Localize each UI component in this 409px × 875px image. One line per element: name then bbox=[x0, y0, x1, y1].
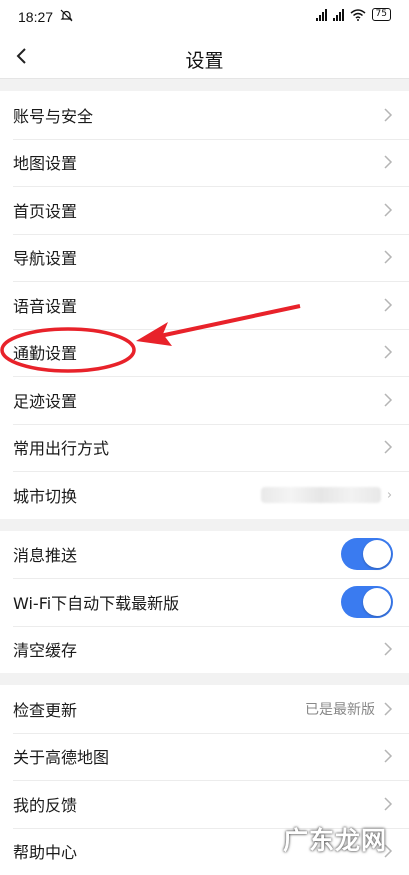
row-label: 检查更新 bbox=[13, 697, 305, 721]
row-push-notifications: 消息推送 bbox=[0, 531, 409, 579]
row-label: Wi-Fi下自动下载最新版 bbox=[13, 590, 341, 614]
row-label: 通勤设置 bbox=[13, 340, 383, 364]
row-label: 常用出行方式 bbox=[13, 435, 383, 459]
signal-icon bbox=[316, 9, 327, 21]
battery-icon: 75 bbox=[372, 8, 391, 21]
chevron-right-icon bbox=[383, 202, 393, 218]
chevron-right-icon bbox=[383, 249, 393, 265]
row-wifi-auto-download: Wi-Fi下自动下载最新版 bbox=[0, 578, 409, 626]
page-title: 设置 bbox=[0, 46, 409, 73]
chevron-right-icon bbox=[383, 641, 393, 657]
status-time: 18:27 bbox=[18, 9, 53, 25]
status-icons: 75 bbox=[316, 8, 391, 21]
row-footprint-settings[interactable]: 足迹设置 bbox=[0, 376, 409, 424]
push-toggle[interactable] bbox=[341, 538, 393, 570]
row-label: 城市切换 bbox=[13, 483, 261, 507]
toggle-knob bbox=[363, 540, 391, 568]
chevron-right-icon bbox=[383, 297, 393, 313]
row-label: 消息推送 bbox=[13, 542, 341, 566]
mute-bell-icon bbox=[60, 9, 73, 26]
chevron-right-icon bbox=[383, 701, 393, 717]
signal-2-icon bbox=[333, 9, 344, 21]
row-label: 导航设置 bbox=[13, 245, 383, 269]
row-label: 语音设置 bbox=[13, 293, 383, 317]
nav-header: 设置 bbox=[0, 36, 409, 79]
blurred-city-value bbox=[261, 487, 381, 503]
row-voice-settings[interactable]: 语音设置 bbox=[0, 281, 409, 329]
watermark: 广东龙网 bbox=[283, 821, 387, 857]
chevron-right-icon bbox=[383, 344, 393, 360]
row-account-security[interactable]: 账号与安全 bbox=[0, 91, 409, 139]
row-city-switch[interactable]: 城市切换 bbox=[0, 471, 409, 519]
settings-group-notify: 消息推送 Wi-Fi下自动下载最新版 清空缓存 bbox=[0, 531, 409, 674]
status-bar: 18:27 75 bbox=[0, 0, 409, 36]
row-map-settings[interactable]: 地图设置 bbox=[0, 139, 409, 187]
row-home-settings[interactable]: 首页设置 bbox=[0, 186, 409, 234]
row-label: 账号与安全 bbox=[13, 103, 383, 127]
chevron-right-icon bbox=[383, 748, 393, 764]
chevron-right-icon bbox=[383, 107, 393, 123]
toggle-knob bbox=[363, 588, 391, 616]
row-label: 清空缓存 bbox=[13, 637, 383, 661]
row-clear-cache[interactable]: 清空缓存 bbox=[0, 626, 409, 674]
settings-group-general: 账号与安全 地图设置 首页设置 导航设置 语音设置 通勤设置 足迹设置 常用出行… bbox=[0, 91, 409, 519]
update-status: 已是最新版 bbox=[305, 699, 375, 719]
chevron-right-icon bbox=[383, 154, 393, 170]
row-navigation-settings[interactable]: 导航设置 bbox=[0, 234, 409, 282]
wifi-download-toggle[interactable] bbox=[341, 586, 393, 618]
row-about-amap[interactable]: 关于高德地图 bbox=[0, 733, 409, 781]
chevron-right-icon bbox=[383, 392, 393, 408]
wifi-icon bbox=[350, 9, 366, 21]
row-commute-settings[interactable]: 通勤设置 bbox=[0, 329, 409, 377]
row-check-update[interactable]: 检查更新已是最新版 bbox=[0, 685, 409, 733]
row-label: 我的反馈 bbox=[13, 792, 383, 816]
row-label: 首页设置 bbox=[13, 198, 383, 222]
row-label: 足迹设置 bbox=[13, 388, 383, 412]
chevron-right-icon bbox=[383, 439, 393, 455]
chevron-right-icon bbox=[383, 796, 393, 812]
row-travel-mode[interactable]: 常用出行方式 bbox=[0, 424, 409, 472]
chevron-right-icon bbox=[387, 487, 393, 503]
row-label: 地图设置 bbox=[13, 150, 383, 174]
row-label: 关于高德地图 bbox=[13, 744, 383, 768]
